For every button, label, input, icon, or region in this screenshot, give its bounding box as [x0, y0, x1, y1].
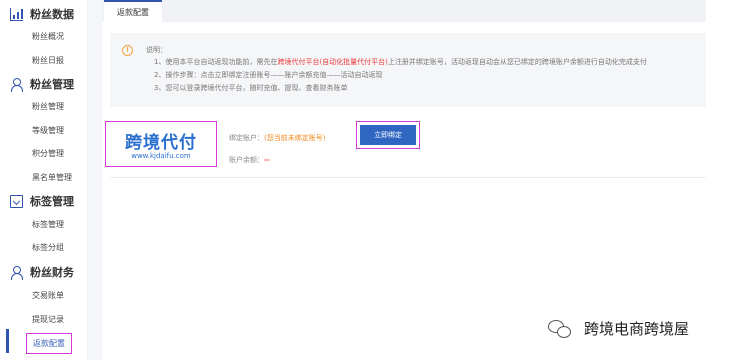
platform-link[interactable]: 跨境代付平台(自动化批量代付平台)	[277, 58, 387, 66]
content-divider	[88, 0, 102, 360]
sidebar-group-fans-finance[interactable]: 粉丝财务	[10, 262, 74, 282]
sidebar-group-tag-management[interactable]: 标签管理	[10, 191, 74, 211]
sidebar-group-title: 粉丝财务	[30, 266, 74, 279]
sidebar-item-tag-groups[interactable]: 标签分组	[32, 242, 64, 253]
user-icon	[10, 265, 23, 280]
sidebar-item-transaction-bills[interactable]: 交易账单	[32, 290, 64, 301]
tab-bar: 返款配置	[102, 0, 706, 22]
sidebar-item-points-management[interactable]: 积分管理	[32, 148, 64, 159]
sidebar-item-blacklist-management[interactable]: 黑名单管理	[32, 172, 72, 183]
platform-logo: 跨境代付 www.kjdaifu.com	[105, 121, 217, 167]
sidebar-item-fans-daily[interactable]: 粉丝日报	[32, 55, 64, 66]
chart-icon	[10, 7, 23, 21]
warning-icon: !	[122, 45, 133, 56]
notice-title: 说明：	[146, 46, 167, 54]
sidebar-item-fans-management[interactable]: 粉丝管理	[32, 101, 64, 112]
sidebar-item-level-management[interactable]: 等级管理	[32, 125, 64, 136]
sidebar-group-fans-data[interactable]: 粉丝数据	[10, 4, 74, 24]
active-indicator	[6, 329, 9, 353]
bind-account-label: 绑定账户：	[229, 134, 264, 142]
sidebar: 粉丝数据 粉丝概况 粉丝日报 粉丝管理 粉丝管理 等级管理 积分管理 黑名单管理…	[0, 0, 88, 360]
sidebar-group-title: 粉丝数据	[30, 8, 74, 21]
tag-icon	[10, 194, 23, 208]
sidebar-item-withdrawal-records[interactable]: 提现记录	[32, 314, 64, 325]
logo-title: 跨境代付	[125, 133, 197, 153]
bind-now-button[interactable]: 立即绑定	[360, 125, 416, 145]
notice-line-3: 3、您可以登录跨境代付平台，随时充值、提现、查看财务账单	[154, 84, 348, 92]
notice-panel: ! 说明： 1、使用本平台自动返现功能前，需先在跨境代付平台(自动化批量代付平台…	[110, 33, 706, 107]
balance-row: 账户余额：--	[229, 155, 270, 165]
sidebar-item-refund-config[interactable]: 返款配置	[26, 333, 72, 354]
wechat-icon	[548, 319, 572, 338]
sidebar-group-title: 标签管理	[30, 195, 74, 208]
user-icon	[10, 77, 23, 92]
bind-account-row: 绑定账户：(您当前未绑定账号)	[229, 133, 325, 143]
tab-refund-config[interactable]: 返款配置	[104, 0, 162, 22]
bind-button-highlight: 立即绑定	[356, 121, 420, 149]
sidebar-item-tag-management[interactable]: 标签管理	[32, 219, 64, 230]
notice-line-1: 1、使用本平台自动返现功能前，需先在跨境代付平台(自动化批量代付平台)上注册并绑…	[154, 58, 647, 66]
watermark-text: 跨境电商跨境屋	[584, 320, 690, 338]
balance-label: 账户余额：	[229, 156, 264, 164]
notice-line-2: 2、操作步骤：点击立即绑定注册账号——账户余额充值——活动自动返现	[154, 71, 383, 79]
sidebar-group-title: 粉丝管理	[30, 78, 74, 91]
logo-url: www.kjdaifu.com	[131, 152, 191, 160]
bind-account-value: (您当前未绑定账号)	[264, 134, 326, 142]
sidebar-group-fans-management[interactable]: 粉丝管理	[10, 74, 74, 94]
watermark: 跨境电商跨境屋	[548, 318, 689, 339]
balance-value: --	[264, 156, 270, 164]
sidebar-item-fans-overview[interactable]: 粉丝概况	[32, 31, 64, 42]
